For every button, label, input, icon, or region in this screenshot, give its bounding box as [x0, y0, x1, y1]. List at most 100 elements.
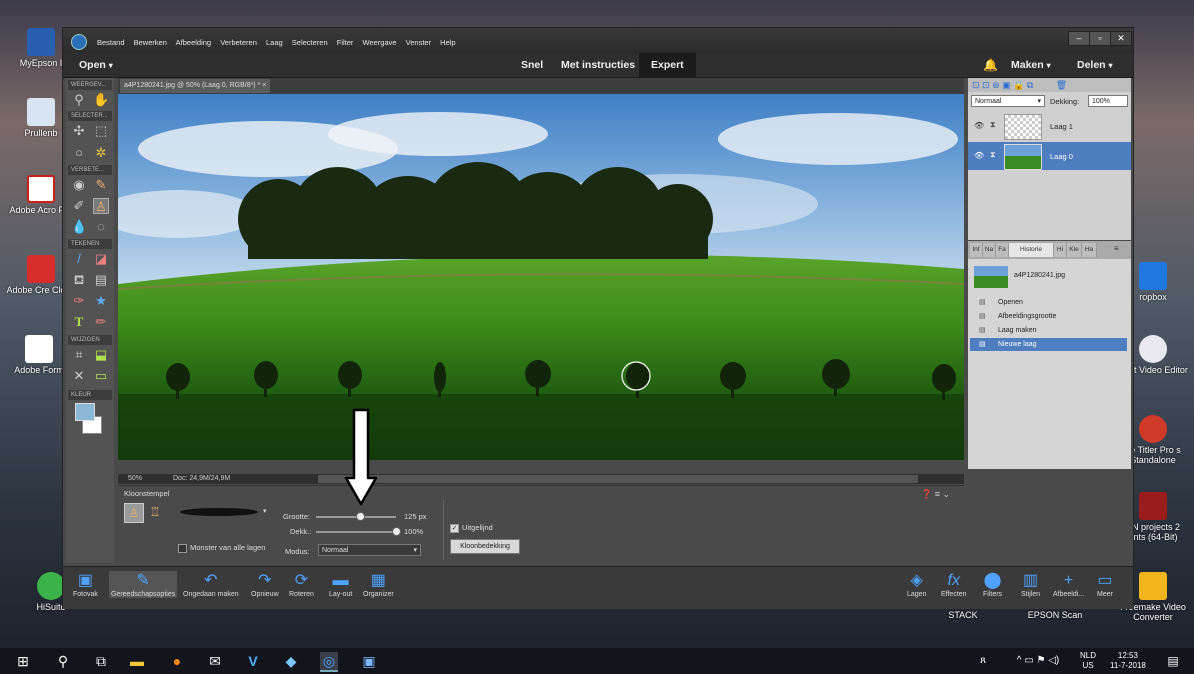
- search-icon[interactable]: ⚲: [54, 652, 72, 670]
- history-item-selected[interactable]: ▤ Nieuwe laag: [970, 338, 1127, 351]
- clone-stamp-tool-icon[interactable]: ♙: [93, 198, 109, 214]
- people-icon[interactable]: ጸ: [974, 652, 992, 670]
- straighten-tool-icon[interactable]: ▭: [93, 368, 109, 384]
- menu-bewerken[interactable]: Bewerken: [134, 38, 167, 47]
- mode-met-instructies[interactable]: Met instructies: [561, 59, 635, 71]
- brush-preview[interactable]: [180, 508, 258, 516]
- tool-options-button[interactable]: ✎ Gereedschapsopties: [109, 571, 178, 598]
- tab-histogram[interactable]: Hi: [1054, 243, 1067, 257]
- clone-overlay-button[interactable]: Kloonbedekking: [450, 539, 520, 554]
- tab-actions[interactable]: Ha: [1082, 243, 1097, 257]
- pattern-stamp-mode-button[interactable]: ♖: [146, 503, 164, 521]
- tab-favorites[interactable]: Fa: [996, 243, 1009, 257]
- tab-history[interactable]: Historie: [1009, 243, 1054, 257]
- bell-icon[interactable]: 🔔: [983, 58, 998, 72]
- image-canvas[interactable]: [118, 94, 964, 460]
- clone-stamp-mode-button[interactable]: ♙: [124, 503, 144, 523]
- history-item[interactable]: ▤ Laag maken: [970, 324, 1127, 337]
- open-button[interactable]: Open ▾: [79, 59, 113, 71]
- layer-row[interactable]: 👁 ⧗ Laag 1: [968, 112, 1131, 140]
- layer-opacity-input[interactable]: 100%: [1088, 95, 1128, 107]
- quick-selection-tool-icon[interactable]: ✲: [93, 145, 109, 161]
- close-button[interactable]: ✕: [1110, 31, 1132, 46]
- language-indicator[interactable]: NLD US: [1080, 651, 1096, 671]
- styles-button[interactable]: ▥ Stijlen: [1021, 571, 1040, 598]
- mode-snel[interactable]: Snel: [521, 59, 543, 71]
- menu-laag[interactable]: Laag: [266, 38, 283, 47]
- panel-menu-icon[interactable]: ≡: [1114, 244, 1119, 253]
- spot-healing-tool-icon[interactable]: ✎: [93, 177, 109, 193]
- paint-bucket-tool-icon[interactable]: ⛾: [71, 272, 87, 288]
- sponge-tool-icon[interactable]: ◌: [93, 219, 109, 235]
- menu-bestand[interactable]: Bestand: [97, 38, 125, 47]
- smart-brush-tool-icon[interactable]: ✐: [71, 198, 87, 214]
- chevron-down-icon[interactable]: ▾: [263, 507, 267, 515]
- start-button[interactable]: ⊞: [14, 652, 32, 670]
- clock[interactable]: 12:53 11-7-2018: [1110, 651, 1146, 671]
- size-slider-knob[interactable]: [356, 512, 365, 521]
- photo-bin-button[interactable]: ▣ Fotovak: [73, 571, 98, 598]
- make-button[interactable]: Maken ▾: [1011, 59, 1051, 71]
- vimeo-icon[interactable]: V: [244, 652, 262, 670]
- graphics-button[interactable]: + Afbeeldi...: [1053, 571, 1084, 598]
- menu-venster[interactable]: Venster: [406, 38, 431, 47]
- minimize-button[interactable]: ‒: [1068, 31, 1090, 46]
- eyedropper-tool-icon[interactable]: ✑: [71, 293, 87, 309]
- photoshop-elements-taskbar-icon[interactable]: ◎: [320, 652, 338, 672]
- organizer-taskbar-icon[interactable]: ▣: [360, 652, 378, 670]
- mode-expert[interactable]: Expert: [639, 53, 696, 77]
- mode-select[interactable]: Normaal ▾: [318, 544, 421, 556]
- firefox-icon[interactable]: ●: [168, 652, 186, 670]
- marquee-tool-icon[interactable]: ⬚: [93, 123, 109, 139]
- lasso-tool-icon[interactable]: ○: [71, 145, 87, 161]
- tab-info[interactable]: Inf: [970, 243, 983, 257]
- menu-afbeelding[interactable]: Afbeelding: [176, 38, 211, 47]
- link-icon[interactable]: ⧗: [990, 120, 996, 130]
- system-tray-icons[interactable]: ^ ▭ ⚑ ◁): [1008, 652, 1068, 670]
- menu-selecteren[interactable]: Selecteren: [292, 38, 328, 47]
- file-explorer-icon[interactable]: ▬: [128, 652, 146, 670]
- move-tool-icon[interactable]: ✣: [71, 123, 87, 139]
- sample-all-layers-checkbox[interactable]: [178, 544, 187, 553]
- tab-color[interactable]: Kle: [1067, 243, 1082, 257]
- menu-help[interactable]: Help: [440, 38, 455, 47]
- opacity-slider-knob[interactable]: [392, 527, 401, 536]
- menu-verbeteren[interactable]: Verbeteren: [220, 38, 257, 47]
- layers-button[interactable]: ◈ Lagen: [907, 571, 926, 598]
- eraser-tool-icon[interactable]: ◪: [93, 251, 109, 267]
- type-tool-icon[interactable]: T: [71, 314, 87, 330]
- horizontal-scrollbar[interactable]: [318, 475, 918, 483]
- history-item[interactable]: ▤ Openen: [970, 296, 1127, 309]
- help-icon[interactable]: ❓ ≡ ⌄: [921, 489, 950, 500]
- document-tab[interactable]: a4P1280241.jpg @ 50% (Laag 0, RGB/8*) * …: [120, 79, 271, 93]
- gradient-tool-icon[interactable]: ▤: [93, 272, 109, 288]
- task-view-icon[interactable]: ⧉: [92, 652, 110, 670]
- history-snapshot[interactable]: a4P1280241.jpg: [970, 263, 1127, 291]
- aligned-checkbox[interactable]: ✓: [450, 524, 459, 533]
- opacity-slider[interactable]: [316, 531, 396, 533]
- foreground-color-swatch[interactable]: [75, 403, 95, 421]
- desktop-label-stack[interactable]: STACK: [928, 610, 998, 620]
- notifications-icon[interactable]: ▤: [1164, 652, 1182, 670]
- menu-weergave[interactable]: Weergave: [363, 38, 397, 47]
- share-button[interactable]: Delen ▾: [1077, 59, 1113, 71]
- zoom-tool-icon[interactable]: ⚲: [71, 92, 87, 108]
- maximize-button[interactable]: ▫: [1089, 31, 1111, 46]
- tab-navigator[interactable]: Na: [983, 243, 996, 257]
- desktop-label-epson-scan[interactable]: EPSON Scan: [1020, 610, 1090, 620]
- layout-button[interactable]: ▬ Lay-out: [329, 571, 352, 598]
- undo-button[interactable]: ↶ Ongedaan maken: [183, 571, 239, 598]
- red-eye-tool-icon[interactable]: ◉: [71, 177, 87, 193]
- mail-icon[interactable]: ✉: [206, 652, 224, 670]
- eye-icon[interactable]: 👁: [974, 151, 984, 160]
- menu-filter[interactable]: Filter: [337, 38, 354, 47]
- content-aware-move-tool-icon[interactable]: ✕: [71, 368, 87, 384]
- brush-tool-icon[interactable]: /: [71, 251, 87, 267]
- bird-app-icon[interactable]: ◆: [282, 652, 300, 670]
- rotate-button[interactable]: ⟳ Roteren: [289, 571, 314, 598]
- hand-tool-icon[interactable]: ✋: [93, 92, 109, 108]
- effects-button[interactable]: fx Effecten: [941, 571, 967, 598]
- blur-tool-icon[interactable]: 💧: [71, 219, 87, 235]
- history-item[interactable]: ▤ Afbeeldingsgrootte: [970, 310, 1127, 323]
- pencil-tool-icon[interactable]: ✏: [93, 314, 109, 330]
